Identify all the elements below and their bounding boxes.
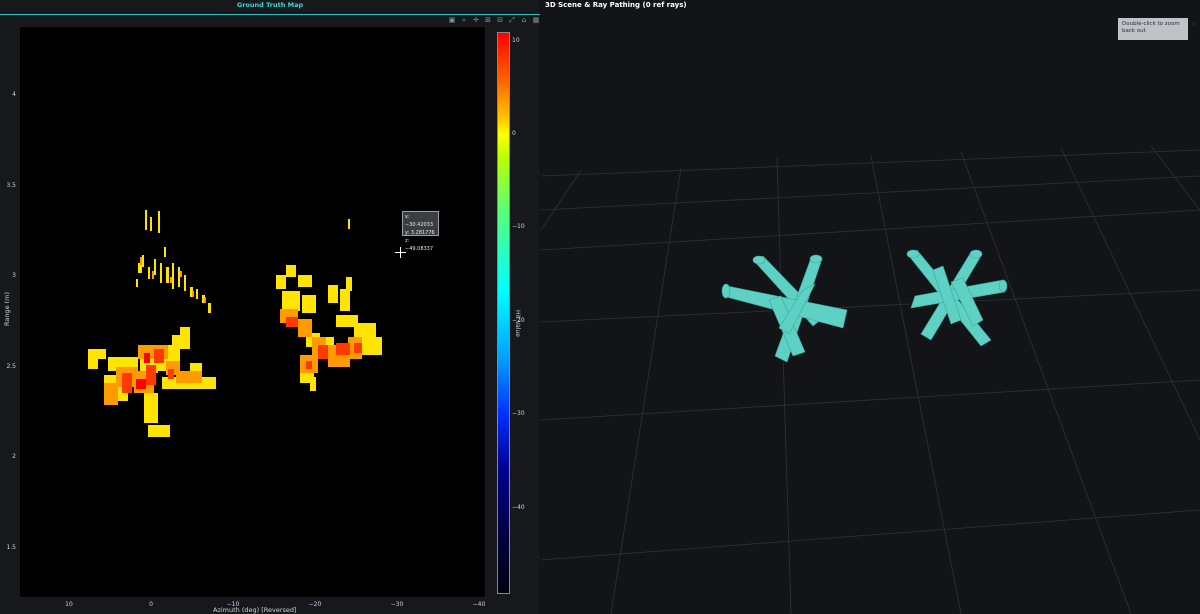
camera-icon[interactable]: ▣ [448, 16, 456, 24]
scene-canvas[interactable] [541, 0, 1200, 614]
colorbar-tick: 0 [512, 130, 516, 137]
hover-tooltip: x: −30.42033 y: 3.281776 z: −49.08337 [402, 211, 439, 252]
y-tick: 3 [12, 272, 16, 279]
panel-header: Ground Truth Map [0, 0, 540, 15]
y-axis-label: Range (m) [3, 291, 12, 327]
tooltip-x: x: −30.42033 [405, 214, 434, 228]
colorbar-tick: −10 [512, 223, 525, 230]
scene-3d-panel[interactable]: 3D Scene & Ray Pathing (0 ref rays) Doub… [541, 0, 1200, 614]
tooltip-y: y: 3.281776 [405, 230, 435, 236]
zoom-in-icon[interactable]: ⊞ [484, 16, 492, 24]
y-tick: 2 [12, 453, 16, 460]
colorbar-tick: 10 [512, 37, 520, 44]
colorbar-tick: −40 [512, 504, 525, 511]
plotly-logo-icon[interactable]: ▦ [532, 16, 540, 24]
zoom-hint: Double-click to zoom back out [1118, 18, 1188, 40]
y-tick: 2.5 [6, 363, 16, 370]
panel-title: Ground Truth Map [236, 1, 304, 9]
x-tick: 10 [65, 601, 73, 608]
tooltip-z: z: −49.08337 [405, 238, 434, 252]
colorbar-tick: −30 [512, 410, 525, 417]
zoom-out-icon[interactable]: ⊟ [496, 16, 504, 24]
heatmap-plot[interactable] [20, 27, 485, 597]
x-axis-label: Azimuth (deg) [Reversed] [213, 606, 297, 614]
colorbar-title: Hit Value [513, 310, 521, 337]
pan-icon[interactable]: ✛ [472, 16, 480, 24]
x-tick: 0 [149, 601, 153, 608]
close-icon[interactable]: × [1191, 20, 1197, 28]
ground-truth-panel: Ground Truth Map ▣ ⌕ ✛ ⊞ ⊟ ⤢ ⌂ ▦ 4 3.5 3… [0, 0, 540, 614]
x-tick: −40 [472, 601, 486, 608]
colorbar [497, 32, 510, 594]
autoscale-icon[interactable]: ⤢ [508, 16, 516, 24]
x-tick: −20 [308, 601, 322, 608]
x-tick: −30 [390, 601, 404, 608]
zoom-icon[interactable]: ⌕ [460, 16, 468, 24]
modebar: ▣ ⌕ ✛ ⊞ ⊟ ⤢ ⌂ ▦ [448, 16, 540, 24]
reset-icon[interactable]: ⌂ [520, 16, 528, 24]
y-tick: 1.5 [6, 544, 16, 551]
y-tick: 4 [12, 91, 16, 98]
y-tick: 3.5 [6, 182, 16, 189]
